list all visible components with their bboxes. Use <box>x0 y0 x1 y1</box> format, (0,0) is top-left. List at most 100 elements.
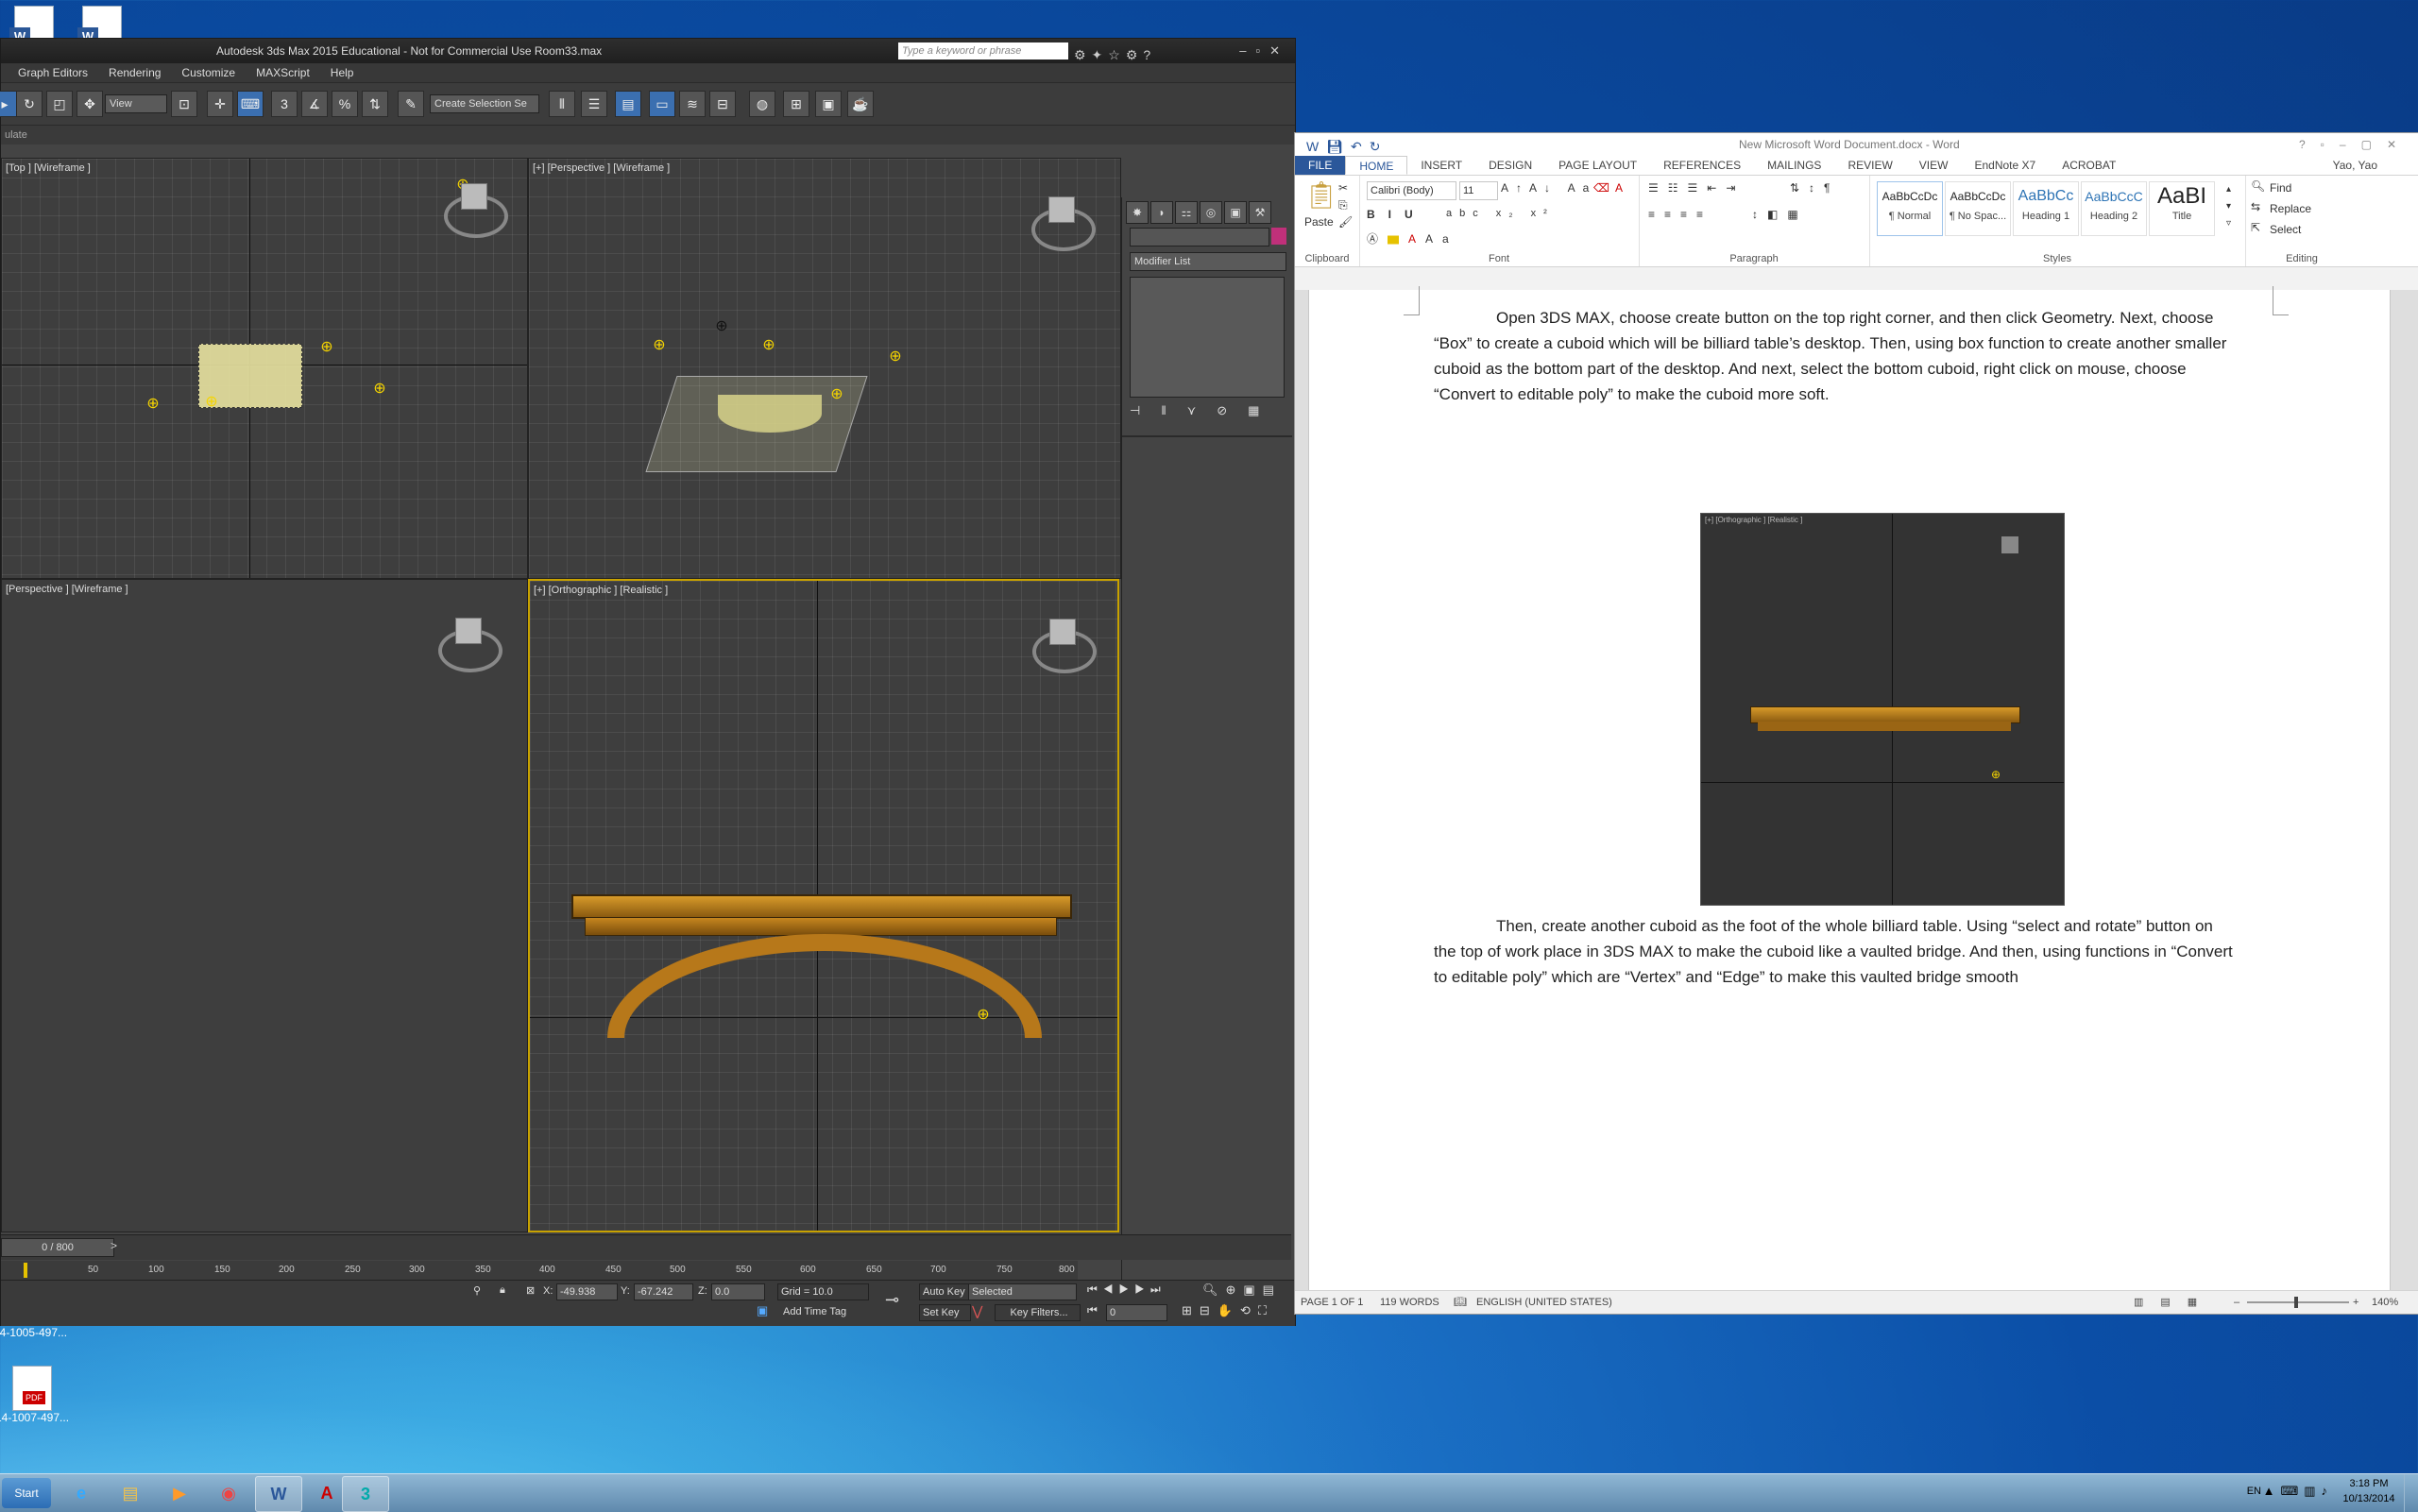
viewport-perspective-wireframe[interactable]: [+] [Perspective ] [Wireframe ] ⊕ ⊕ ⊕ ⊕ … <box>528 158 1121 579</box>
viewport-label[interactable]: [+] [Orthographic ] [Realistic ] <box>534 585 668 596</box>
modifier-list-dropdown[interactable]: Modifier List <box>1130 252 1286 271</box>
create-tab-icon[interactable]: ✸ <box>1126 201 1149 224</box>
current-frame-field[interactable]: 0 <box>1106 1304 1167 1321</box>
clear-format-icons[interactable]: ⌫A <box>1593 181 1628 195</box>
paste-button[interactable]: Paste <box>1304 215 1334 229</box>
select-button[interactable]: Select <box>2270 223 2301 236</box>
viewport-nav-icons-bottom[interactable]: ⊞⊟✋⟲⛶ <box>1182 1303 1274 1318</box>
time-slider[interactable]: 0 / 800 > <box>1 1234 1291 1260</box>
replace-button[interactable]: Replace <box>2270 202 2311 215</box>
viewport-perspective[interactable]: [Perspective ] [Wireframe ] <box>1 579 528 1232</box>
bold-italic-underline-icons[interactable]: BIU <box>1367 208 1426 221</box>
add-time-tag[interactable]: Add Time Tag <box>783 1306 846 1317</box>
camera-target-icon[interactable]: ⊕ <box>714 319 729 334</box>
tab-acrobat[interactable]: ACROBAT <box>2049 156 2129 175</box>
menu-rendering[interactable]: Rendering <box>109 63 161 82</box>
light-icon[interactable]: ⊕ <box>888 349 903 365</box>
light-icon[interactable]: ⊕ <box>976 1008 991 1023</box>
curve-editor-icon[interactable]: ≋ <box>679 91 706 117</box>
max-infocenter-icons[interactable]: ⚙✦☆⚙? <box>1074 42 1156 67</box>
ribbon-toggle-icon[interactable]: ▭ <box>649 91 675 117</box>
replace-icon[interactable]: ⇆ <box>2251 200 2260 213</box>
y-coordinate-field[interactable]: -67.242 <box>634 1283 693 1300</box>
viewport-orthographic-realistic[interactable]: [+] [Orthographic ] [Realistic ] ⊕ <box>528 579 1119 1232</box>
modifier-stack-tools[interactable]: ⊣‖⋎⊘▦ <box>1130 403 1285 422</box>
angle-snap-icon[interactable]: ∡ <box>301 91 328 117</box>
zoom-slider-thumb[interactable] <box>2294 1297 2298 1308</box>
modify-tab-icon[interactable]: ◗ <box>1150 201 1173 224</box>
tab-view[interactable]: VIEW <box>1906 156 1962 175</box>
tab-home[interactable]: HOME <box>1345 156 1408 175</box>
style-heading-1[interactable]: AaBbCc Heading 1 <box>2013 181 2079 236</box>
render-setup-icon[interactable]: ⊞ <box>783 91 809 117</box>
language-indicator[interactable]: ENGLISH (UNITED STATES) <box>1476 1291 1612 1314</box>
start-button[interactable]: Start <box>2 1478 51 1508</box>
tab-mailings[interactable]: MAILINGS <box>1754 156 1834 175</box>
word-window-controls[interactable]: ?▫–▢✕ <box>2299 133 2411 156</box>
move-icon[interactable]: ✛ <box>207 91 233 117</box>
set-key-button[interactable]: Set Key <box>919 1304 971 1321</box>
light-icon[interactable]: ⊕ <box>761 338 776 353</box>
strike-sub-super-icons[interactable]: abc x₂ x² <box>1446 208 1555 219</box>
object-name-field[interactable] <box>1130 228 1269 246</box>
spinner-snap-icon[interactable]: ⇅ <box>362 91 388 117</box>
find-button[interactable]: Find <box>2270 181 2291 195</box>
max-window-controls[interactable]: –▫✕ <box>1239 39 1289 63</box>
billiard-table-bottom[interactable] <box>585 917 1057 936</box>
select-icon[interactable]: ⇱ <box>2251 221 2260 234</box>
z-coordinate-field[interactable]: 0.0 <box>711 1283 765 1300</box>
tab-insert[interactable]: INSERT <box>1407 156 1475 175</box>
viewcube-icon[interactable] <box>438 618 502 672</box>
named-selection-dropdown[interactable]: Create Selection Se <box>430 94 539 113</box>
list-icons[interactable]: ☰☷☰⇤⇥ <box>1648 181 1745 195</box>
go-to-start-icon[interactable]: ⏮ <box>1087 1303 1098 1317</box>
body-paragraph-1[interactable]: Open 3DS MAX, choose create button on th… <box>1434 305 2237 407</box>
word-icon[interactable]: W <box>255 1476 302 1512</box>
font-size-grow-shrink-icons[interactable]: A↑A↓ Aa <box>1501 181 1596 195</box>
document-page[interactable]: Open 3DS MAX, choose create button on th… <box>1308 286 2391 1291</box>
tab-file[interactable]: FILE <box>1295 156 1346 175</box>
menu-customize[interactable]: Customize <box>181 63 235 82</box>
desktop-pdf-file[interactable]: PDF 14-1007-497... <box>0 1366 70 1424</box>
spacing-shading-border-icons[interactable]: ↕◧▦ <box>1752 208 1808 221</box>
light-icon[interactable]: ⊕ <box>829 387 844 402</box>
pivot-icon[interactable]: ⊡ <box>171 91 197 117</box>
tab-references[interactable]: REFERENCES <box>1650 156 1754 175</box>
motion-tab-icon[interactable]: ◎ <box>1200 201 1222 224</box>
viewport-top[interactable]: [Top ] [Wireframe ] ⊕ ⊕ ⊕ ⊕ ⊕ <box>1 158 528 579</box>
mirror-icon[interactable]: ⫴ <box>549 91 575 117</box>
ie-icon[interactable]: e <box>59 1476 104 1510</box>
language-bar[interactable]: EN <box>2247 1486 2261 1497</box>
schematic-view-icon[interactable]: ⊟ <box>709 91 736 117</box>
embedded-screenshot[interactable]: [+] [Orthographic ] [Realistic ] ⊕ <box>1700 513 2065 906</box>
set-key-icon[interactable]: ⋁ <box>972 1303 982 1319</box>
quick-access-toolbar[interactable]: W💾︎↶↻ <box>1306 135 1388 158</box>
lock-selection-icon[interactable]: ⚲ <box>473 1284 481 1297</box>
viewcube-icon[interactable] <box>444 183 508 238</box>
playback-controls[interactable]: ⏮◀▶▶⏭ <box>1087 1283 1166 1297</box>
menu-help[interactable]: Help <box>331 63 354 82</box>
body-paragraph-2[interactable]: Then, create another cuboid as the foot … <box>1434 913 2237 990</box>
media-player-icon[interactable]: ▶ <box>157 1476 202 1510</box>
place-icon[interactable]: ✥ <box>77 91 103 117</box>
absolute-mode-icon[interactable]: ⊠ <box>526 1284 535 1297</box>
viewport-label[interactable]: [Perspective ] [Wireframe ] <box>6 584 128 595</box>
find-icon[interactable]: 🔍︎ <box>2251 179 2265 193</box>
edit-named-selection-icon[interactable]: ✎ <box>398 91 424 117</box>
show-desktop-button[interactable] <box>2404 1474 2418 1512</box>
paste-icon[interactable]: 📋︎ <box>1304 179 1338 211</box>
clock-time[interactable]: 3:18 PM <box>2339 1478 2399 1489</box>
tab-endnote[interactable]: EndNote X7 <box>1961 156 2049 175</box>
zoom-level[interactable]: 140% <box>2372 1291 2398 1314</box>
desktop-file-mid[interactable]: 14-1005-497... <box>0 1326 68 1339</box>
style-title[interactable]: AaBI Title <box>2149 181 2215 236</box>
alignment-icons[interactable]: ≡≡≡≡ <box>1648 208 1712 221</box>
align-icon[interactable]: ☰ <box>581 91 607 117</box>
light-icon[interactable]: ⊕ <box>145 397 161 412</box>
light-icon[interactable]: ⊕ <box>372 382 387 397</box>
style-no-spacing[interactable]: AaBbCcDc ¶ No Spac... <box>1945 181 2011 236</box>
material-editor-icon[interactable]: ◍ <box>749 91 775 117</box>
sort-pilcrow-icons[interactable]: ⇅↕¶ <box>1790 181 1840 195</box>
rendered-frame-icon[interactable]: ▣ <box>815 91 842 117</box>
tab-page-layout[interactable]: PAGE LAYOUT <box>1545 156 1650 175</box>
